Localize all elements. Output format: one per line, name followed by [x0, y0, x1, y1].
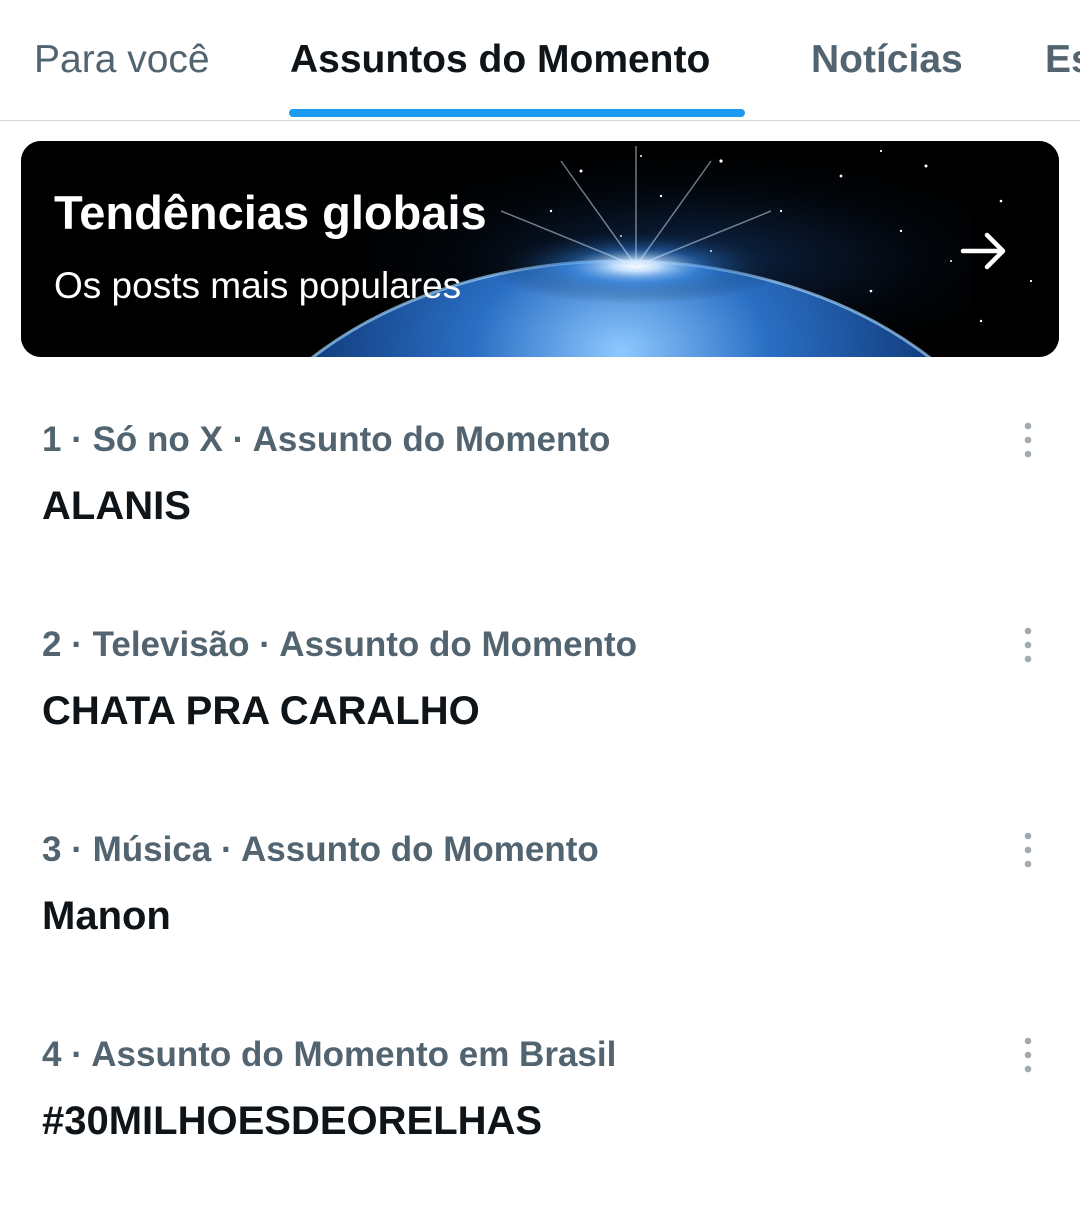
trend-meta: 3 · Música · Assunto do Momento: [42, 830, 599, 869]
banner-title: Tendências globais: [54, 186, 487, 239]
arrow-right-icon[interactable]: [959, 225, 1011, 277]
tab-esportes[interactable]: Es: [1045, 38, 1080, 82]
banner-subtitle: Os posts mais populares: [54, 265, 462, 306]
trend-name: CHATA PRA CARALHO: [42, 689, 480, 733]
global-trends-banner[interactable]: Tendências globais Os posts mais popular…: [21, 141, 1059, 357]
trend-meta: 1 · Só no X · Assunto do Momento: [42, 420, 611, 459]
more-vertical-icon: [1024, 1037, 1032, 1073]
trend-name: #30MILHOESDEORELHAS: [42, 1099, 543, 1143]
active-tab-indicator: [289, 109, 745, 117]
more-vertical-icon: [1024, 832, 1032, 868]
earth-background-image: [21, 141, 1059, 357]
more-options-button[interactable]: [1006, 1033, 1050, 1077]
trend-item[interactable]: 3 · Música · Assunto do Momento Manon: [0, 812, 1080, 1017]
trend-name: ALANIS: [42, 484, 191, 528]
trend-meta: 4 · Assunto do Momento em Brasil: [42, 1035, 617, 1074]
more-options-button[interactable]: [1006, 418, 1050, 462]
more-vertical-icon: [1024, 627, 1032, 663]
more-options-button[interactable]: [1006, 623, 1050, 667]
trend-item[interactable]: 2 · Televisão · Assunto do Momento CHATA…: [0, 607, 1080, 812]
trend-item[interactable]: 1 · Só no X · Assunto do Momento ALANIS: [0, 402, 1080, 607]
tab-para-voce[interactable]: Para você: [34, 38, 210, 82]
trend-meta: 2 · Televisão · Assunto do Momento: [42, 625, 638, 664]
tab-noticias[interactable]: Notícias: [811, 38, 963, 82]
trend-name: Manon: [42, 894, 171, 938]
top-tabs: Para você Assuntos do Momento Notícias E…: [0, 0, 1080, 121]
tab-assuntos-do-momento[interactable]: Assuntos do Momento: [290, 38, 710, 82]
more-options-button[interactable]: [1006, 828, 1050, 872]
more-vertical-icon: [1024, 422, 1032, 458]
trend-item[interactable]: 4 · Assunto do Momento em Brasil #30MILH…: [0, 1017, 1080, 1222]
